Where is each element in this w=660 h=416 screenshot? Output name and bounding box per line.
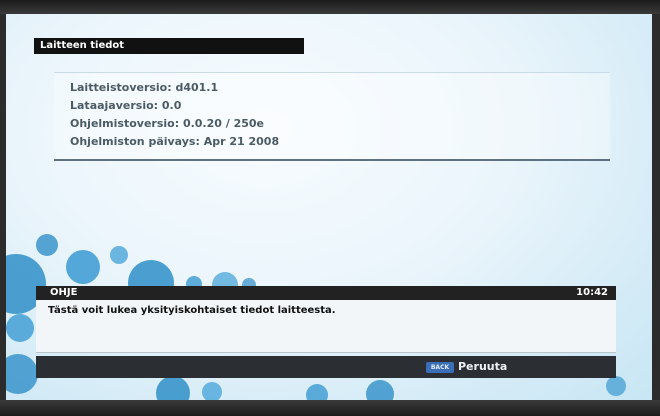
- decorative-bubble: [366, 380, 394, 400]
- device-info-panel: Laitteistoversio: d401.1 Lataajaversio: …: [54, 72, 610, 161]
- help-label: OHJE: [50, 287, 78, 298]
- help-header: OHJE 10:42: [36, 286, 616, 300]
- decorative-bubble: [6, 354, 38, 394]
- tv-bezel-right: [652, 14, 660, 400]
- decorative-bubble: [202, 382, 222, 400]
- decorative-bubble: [36, 234, 58, 256]
- tv-bezel-top: [0, 0, 660, 14]
- loader-version: Lataajaversio: 0.0: [70, 99, 182, 112]
- help-panel: Tästä voit lukea yksityiskohtaiset tiedo…: [36, 300, 616, 353]
- back-key-icon[interactable]: BACK: [426, 362, 454, 373]
- software-date: Ohjelmiston päivays: Apr 21 2008: [70, 135, 280, 148]
- help-text: Tästä voit lukea yksityiskohtaiset tiedo…: [48, 305, 336, 316]
- hardware-version: Laitteistoversio: d401.1: [70, 81, 219, 94]
- decorative-bubble: [606, 376, 626, 396]
- decorative-bubble: [156, 376, 190, 400]
- clock: 10:42: [576, 287, 608, 298]
- cancel-button[interactable]: Peruuta: [458, 360, 507, 373]
- software-version: Ohjelmistoversio: 0.0.20 / 250e: [70, 117, 265, 130]
- decorative-bubble: [110, 246, 128, 264]
- action-bar: BACK Peruuta: [36, 356, 616, 378]
- decorative-bubble: [306, 384, 328, 400]
- decorative-bubble: [66, 250, 100, 284]
- tv-bezel-bottom: [0, 400, 660, 416]
- decorative-bubble: [6, 314, 34, 342]
- page-title: Laitteen tiedot: [34, 38, 304, 54]
